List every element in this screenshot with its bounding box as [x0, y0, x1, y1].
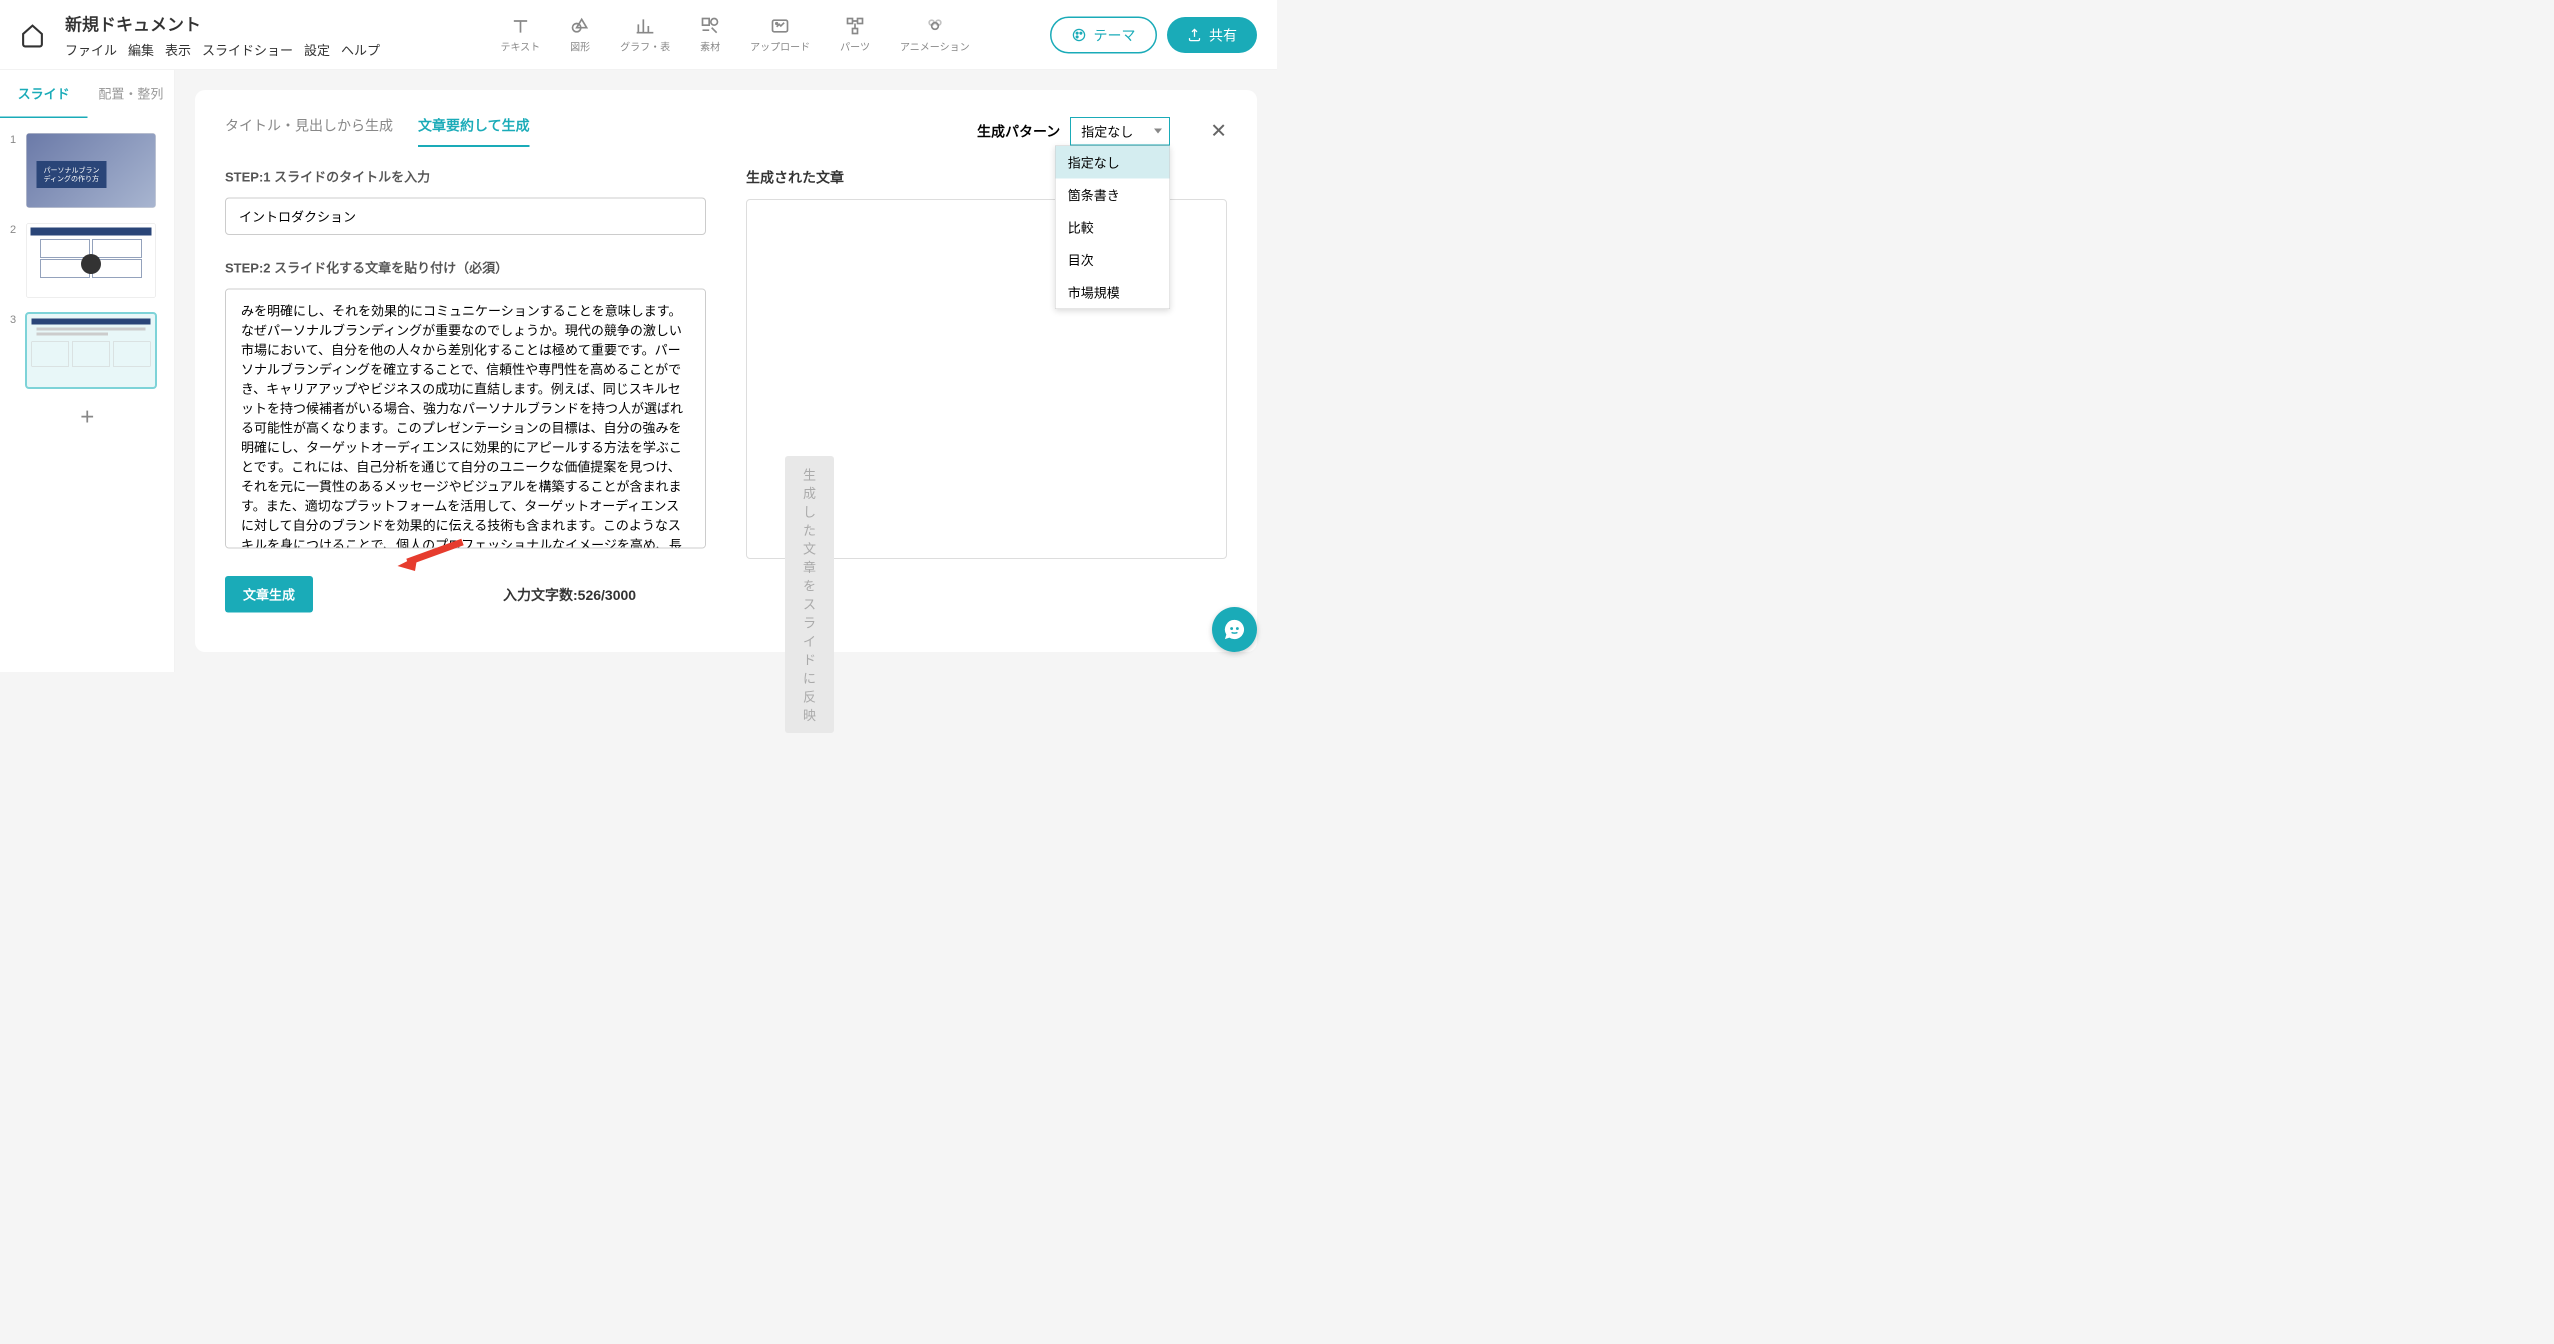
doc-section: 新規ドキュメント ファイル 編集 表示 スライドショー 設定 ヘルプ	[65, 11, 380, 59]
slide-thumb-3[interactable]	[26, 313, 156, 388]
thumb-row: 1 パーソナルブランディングの作り方	[10, 133, 165, 208]
gen-tab-title[interactable]: タイトル・見出しから生成	[225, 115, 393, 147]
pattern-select[interactable]: 指定なし 指定なし 箇条書き 比較 目次 市場規模	[1070, 117, 1170, 146]
thumb-number: 1	[10, 133, 19, 146]
add-slide-button[interactable]: +	[10, 403, 165, 431]
thumb-number: 2	[10, 223, 19, 236]
pattern-option[interactable]: 箇条書き	[1056, 178, 1170, 211]
toolbar: テキスト 図形 グラフ・表 素材 アップロード パーツ アニメーション	[420, 16, 1050, 54]
slide-thumb-2[interactable]	[26, 223, 156, 298]
thumb-number: 3	[10, 313, 19, 326]
home-icon[interactable]	[20, 22, 45, 47]
sidebar-tab-arrange[interactable]: 配置・整列	[87, 70, 174, 118]
pattern-option[interactable]: 指定なし	[1056, 146, 1170, 179]
menu-settings[interactable]: 設定	[304, 40, 330, 59]
sidebar-tab-slide[interactable]: スライド	[0, 70, 87, 118]
menu-edit[interactable]: 編集	[128, 40, 154, 59]
close-icon[interactable]: ✕	[1210, 120, 1227, 143]
right-actions: テーマ 共有	[1050, 16, 1257, 53]
apply-button: 生成した文章をスライドに反映	[785, 456, 834, 733]
tool-animation[interactable]: アニメーション	[900, 16, 970, 54]
pattern-option[interactable]: 比較	[1056, 211, 1170, 244]
share-icon	[1187, 27, 1202, 42]
input-column: STEP:1 スライドのタイトルを入力 STEP:2 スライド化する文章を貼り付…	[225, 167, 706, 613]
menu-bar: ファイル 編集 表示 スライドショー 設定 ヘルプ	[65, 40, 380, 59]
pattern-label: 生成パターン	[977, 121, 1060, 141]
step2-label: STEP:2 スライド化する文章を貼り付け（必須）	[225, 258, 706, 277]
slide-title-input[interactable]	[225, 198, 706, 236]
document-title[interactable]: 新規ドキュメント	[65, 11, 380, 36]
menu-slideshow[interactable]: スライドショー	[202, 40, 293, 59]
pattern-option[interactable]: 目次	[1056, 243, 1170, 276]
chat-icon	[1223, 618, 1246, 641]
content-textarea[interactable]	[225, 289, 706, 549]
tool-text[interactable]: テキスト	[500, 16, 540, 54]
menu-view[interactable]: 表示	[165, 40, 191, 59]
tool-upload[interactable]: アップロード	[750, 16, 810, 54]
tool-assets[interactable]: 素材	[700, 16, 720, 54]
pattern-option[interactable]: 市場規模	[1056, 276, 1170, 309]
main-area: スライド 配置・整列 1 パーソナルブランディングの作り方 2	[0, 70, 1277, 672]
bottom-row: 文章生成 入力文字数:526/3000 生成した文章をスライドに反映	[225, 576, 706, 613]
top-bar: 新規ドキュメント ファイル 編集 表示 スライドショー 設定 ヘルプ テキスト …	[0, 0, 1277, 70]
slide-thumbnails: 1 パーソナルブランディングの作り方 2	[0, 118, 175, 446]
tool-chart[interactable]: グラフ・表	[620, 16, 670, 54]
tool-shape[interactable]: 図形	[570, 16, 590, 54]
generate-button[interactable]: 文章生成	[225, 576, 313, 613]
generation-panel: タイトル・見出しから生成 文章要約して生成 生成パターン 指定なし 指定なし 箇…	[195, 90, 1257, 652]
content-area: タイトル・見出しから生成 文章要約して生成 生成パターン 指定なし 指定なし 箇…	[175, 70, 1277, 672]
slide-thumb-1[interactable]: パーソナルブランディングの作り方	[26, 133, 156, 208]
gen-tab-summary[interactable]: 文章要約して生成	[418, 115, 530, 147]
panel-header: タイトル・見出しから生成 文章要約して生成 生成パターン 指定なし 指定なし 箇…	[225, 115, 1227, 147]
pattern-selected-value[interactable]: 指定なし	[1070, 117, 1170, 146]
pattern-area: 生成パターン 指定なし 指定なし 箇条書き 比較 目次 市場規模 ✕	[977, 117, 1227, 146]
palette-icon	[1071, 27, 1086, 42]
char-count: 入力文字数:526/3000	[503, 584, 636, 604]
generation-tabs: タイトル・見出しから生成 文章要約して生成	[225, 115, 530, 147]
menu-file[interactable]: ファイル	[65, 40, 117, 59]
tool-parts[interactable]: パーツ	[840, 16, 870, 54]
theme-button[interactable]: テーマ	[1050, 16, 1157, 53]
share-button[interactable]: 共有	[1167, 17, 1257, 53]
step1-label: STEP:1 スライドのタイトルを入力	[225, 167, 706, 186]
thumb-row: 2	[10, 223, 165, 298]
pattern-dropdown: 指定なし 箇条書き 比較 目次 市場規模	[1055, 145, 1170, 309]
sidebar: スライド 配置・整列 1 パーソナルブランディングの作り方 2	[0, 70, 175, 672]
sidebar-tabs: スライド 配置・整列	[0, 70, 175, 118]
chat-button[interactable]	[1212, 607, 1257, 652]
thumb-row: 3	[10, 313, 165, 388]
menu-help[interactable]: ヘルプ	[341, 40, 380, 59]
